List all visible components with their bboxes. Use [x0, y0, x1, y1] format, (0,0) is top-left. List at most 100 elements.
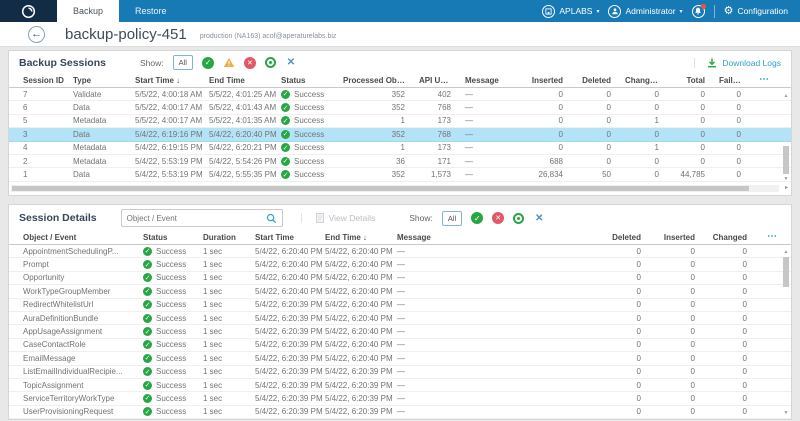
- success-icon: ✓: [143, 273, 152, 282]
- session-id-cell: 7: [23, 90, 73, 99]
- download-logs-button[interactable]: Download Logs: [694, 58, 781, 68]
- session-detail-row[interactable]: EmailMessage ✓ Success 1 sec 5/4/22, 6:2…: [9, 352, 791, 365]
- scroll-up-icon[interactable]: ▲: [784, 249, 789, 255]
- col-status[interactable]: Status: [143, 233, 203, 242]
- inserted-cell: 0: [655, 327, 709, 336]
- search-icon[interactable]: [266, 213, 277, 224]
- type-cell: Metadata: [73, 143, 135, 152]
- scroll-up-icon[interactable]: ▲: [784, 93, 789, 99]
- col-end-time[interactable]: End Time: [209, 76, 281, 85]
- filter-success-icon[interactable]: ✓: [202, 57, 214, 69]
- sessions-horizontal-scrollbar[interactable]: [11, 185, 779, 192]
- filter-running-icon[interactable]: [265, 57, 276, 68]
- scroll-down-icon[interactable]: ▼: [784, 410, 789, 416]
- filter-warning-icon[interactable]: [223, 57, 235, 69]
- session-detail-row[interactable]: TopicAssignment ✓ Success 1 sec 5/4/22, …: [9, 379, 791, 392]
- filter-success-icon[interactable]: ✓: [471, 212, 483, 224]
- end-time-cell: 5/4/22, 6:20:39 PM: [325, 367, 397, 376]
- page-title: backup-policy-451: [65, 26, 187, 43]
- col-inserted[interactable]: Inserted: [655, 233, 709, 242]
- col-duration[interactable]: Duration: [203, 233, 255, 242]
- filter-error-icon[interactable]: ✕: [244, 57, 256, 69]
- filter-error-icon[interactable]: ✕: [492, 212, 504, 224]
- tab-restore[interactable]: Restore: [119, 0, 183, 22]
- backup-session-row[interactable]: 4 Metadata 5/4/22, 6:19:15 PM 5/4/22, 6:…: [9, 142, 791, 155]
- col-inserted[interactable]: Inserted: [517, 76, 577, 85]
- details-vscroll-thumb[interactable]: [783, 257, 789, 287]
- show-label: Show:: [409, 213, 433, 223]
- start-time-cell: 5/4/22, 6:20:39 PM: [255, 367, 325, 376]
- back-button[interactable]: ←: [28, 26, 45, 43]
- app-logo[interactable]: [0, 0, 57, 22]
- scroll-right-icon[interactable]: ▸: [785, 185, 788, 192]
- col-message[interactable]: Message: [397, 233, 601, 242]
- notifications-button[interactable]: [692, 5, 705, 18]
- view-details-button[interactable]: View Details: [301, 213, 376, 223]
- status-text: Success: [294, 90, 324, 99]
- session-detail-row[interactable]: Opportunity ✓ Success 1 sec 5/4/22, 6:20…: [9, 272, 791, 285]
- filter-cancelled-icon[interactable]: ✕: [285, 57, 297, 69]
- session-detail-row[interactable]: CaseContactRole ✓ Success 1 sec 5/4/22, …: [9, 339, 791, 352]
- session-detail-row[interactable]: WorkTypeGroupMember ✓ Success 1 sec 5/4/…: [9, 285, 791, 298]
- session-detail-row[interactable]: ListEmailIndividualRecipie... ✓ Success …: [9, 366, 791, 379]
- col-message[interactable]: Message: [465, 76, 517, 85]
- col-object-event[interactable]: Object / Event: [23, 233, 143, 242]
- session-detail-row[interactable]: AuraDefinitionBundle ✓ Success 1 sec 5/4…: [9, 312, 791, 325]
- scroll-down-icon[interactable]: ▼: [784, 176, 789, 182]
- session-detail-row[interactable]: ServiceTerritoryWorkType ✓ Success 1 sec…: [9, 392, 791, 405]
- end-time-cell: 5/4/22, 6:20:40 PM: [325, 247, 397, 256]
- col-total[interactable]: Total: [673, 76, 719, 85]
- api-usage-cell: 1,573: [419, 170, 465, 179]
- configuration-button[interactable]: ⚙ Configuration: [724, 6, 788, 17]
- session-detail-row[interactable]: UserProvisioningRequest ✓ Success 1 sec …: [9, 406, 791, 419]
- inserted-cell: 0: [655, 381, 709, 390]
- filter-all-button[interactable]: All: [442, 211, 462, 226]
- col-processed-objects[interactable]: Processed Objects: [343, 76, 419, 85]
- col-start-time[interactable]: Start Time↓: [135, 76, 209, 85]
- backup-session-row[interactable]: 1 Data 5/4/22, 5:53:19 PM 5/4/22, 5:55:3…: [9, 168, 791, 181]
- col-deleted[interactable]: Deleted: [577, 76, 625, 85]
- start-time-cell: 5/4/22, 6:20:39 PM: [255, 407, 325, 416]
- user-menu[interactable]: Administrator ▾: [608, 5, 682, 18]
- col-failed[interactable]: Failed: [719, 76, 755, 85]
- status-cell: ✓ Success: [143, 394, 203, 403]
- backup-session-row[interactable]: 2 Metadata 5/4/22, 5:53:19 PM 5/4/22, 5:…: [9, 155, 791, 168]
- api-usage-cell: 173: [419, 143, 465, 152]
- filter-all-button[interactable]: All: [173, 55, 193, 70]
- backup-session-row[interactable]: 5 Metadata 5/5/22, 4:00:17 AM 5/5/22, 4:…: [9, 115, 791, 128]
- col-status[interactable]: Status: [281, 76, 343, 85]
- session-detail-row[interactable]: AppointmentSchedulingP... ✓ Success 1 se…: [9, 245, 791, 258]
- col-api-usage[interactable]: API Usage: [419, 76, 465, 85]
- col-start-time[interactable]: Start Time: [255, 233, 325, 242]
- deleted-cell: 50: [577, 170, 625, 179]
- organization-icon: [542, 5, 555, 18]
- object-event-cell: Opportunity: [23, 273, 143, 282]
- sessions-vscroll-thumb[interactable]: [783, 146, 789, 174]
- col-deleted[interactable]: Deleted: [601, 233, 655, 242]
- org-selector[interactable]: APLABS ▾: [542, 5, 599, 18]
- processed-objects-cell: 352: [343, 90, 419, 99]
- session-detail-row[interactable]: AppUsageAssignment ✓ Success 1 sec 5/4/2…: [9, 325, 791, 338]
- status-cell: ✓ Success: [143, 327, 203, 336]
- col-session-id[interactable]: Session ID: [23, 76, 73, 85]
- details-vertical-scrollbar[interactable]: ▲ ▼: [782, 249, 790, 416]
- search-input[interactable]: [127, 214, 266, 223]
- end-time-cell: 5/4/22, 6:20:40 PM: [325, 273, 397, 282]
- sessions-hscroll-thumb[interactable]: [12, 186, 749, 191]
- col-changed[interactable]: Changed: [625, 76, 673, 85]
- filter-running-icon[interactable]: [513, 213, 524, 224]
- inserted-cell: 0: [655, 300, 709, 309]
- session-detail-row[interactable]: RedirectWhitelistUrl ✓ Success 1 sec 5/4…: [9, 299, 791, 312]
- tab-backup[interactable]: Backup: [57, 0, 119, 22]
- col-end-time[interactable]: End Time↓: [325, 233, 397, 242]
- backup-session-row[interactable]: 6 Data 5/5/22, 4:00:17 AM 5/5/22, 4:01:4…: [9, 101, 791, 114]
- message-cell: —: [397, 340, 601, 349]
- sessions-vertical-scrollbar[interactable]: ▲ ▼: [782, 93, 790, 182]
- backup-session-row[interactable]: 7 Validate 5/5/22, 4:00:18 AM 5/5/22, 4:…: [9, 88, 791, 101]
- backup-session-row[interactable]: 3 Data 5/4/22, 6:19:16 PM 5/4/22, 6:20:4…: [9, 128, 791, 141]
- sort-desc-icon: ↓: [176, 76, 180, 85]
- col-type[interactable]: Type: [73, 76, 135, 85]
- filter-cancelled-icon[interactable]: ✕: [533, 212, 545, 224]
- session-detail-row[interactable]: Prompt ✓ Success 1 sec 5/4/22, 6:20:40 P…: [9, 258, 791, 271]
- col-changed[interactable]: Changed: [709, 233, 761, 242]
